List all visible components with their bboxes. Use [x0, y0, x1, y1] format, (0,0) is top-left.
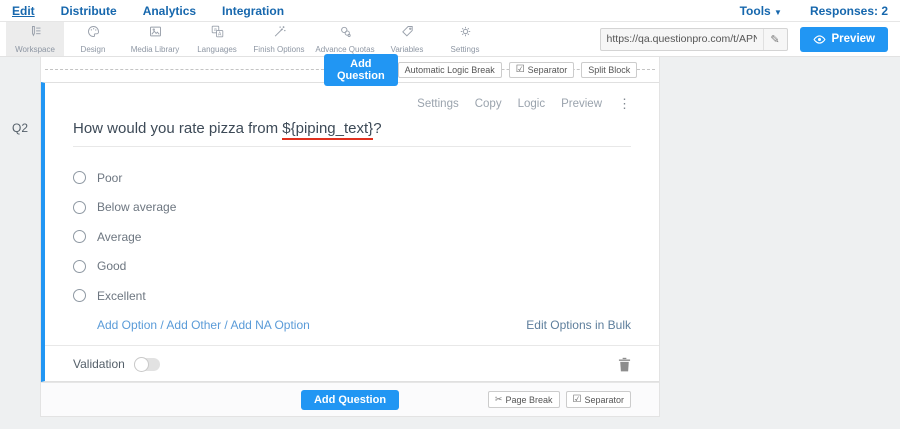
- radio-button-icon[interactable]: [73, 201, 86, 214]
- separator-toggle-button-top[interactable]: ☑Separator: [509, 62, 575, 78]
- question-settings-link[interactable]: Settings: [417, 98, 459, 110]
- piping-text-token[interactable]: ${piping_text}: [282, 120, 373, 140]
- radio-button-icon[interactable]: [73, 260, 86, 273]
- add-option-link[interactable]: Add Option: [97, 318, 157, 332]
- automatic-logic-break-button[interactable]: Automatic Logic Break: [398, 62, 502, 78]
- toolbar-item-settings[interactable]: Settings: [436, 22, 494, 56]
- nav-analytics[interactable]: Analytics: [143, 4, 196, 18]
- nav-edit[interactable]: Edit: [12, 4, 35, 18]
- workspace-content: Q2 Add Question Automatic Logic Break ☑S…: [0, 57, 900, 429]
- edit-options-in-bulk-link[interactable]: Edit Options in Bulk: [526, 318, 631, 332]
- checkbox-checked-icon: ☑: [516, 65, 525, 75]
- add-question-row-bottom: Add Question ✂Page Break ☑Separator: [41, 382, 659, 416]
- top-nav: Edit Distribute Analytics Integration To…: [0, 0, 900, 22]
- chevron-down-icon: ▼: [774, 8, 782, 17]
- question-actions: Settings Copy Logic Preview ⋮: [73, 95, 631, 110]
- add-question-button-bottom[interactable]: Add Question: [301, 390, 399, 410]
- variables-icon: [400, 24, 415, 44]
- media-library-icon: [148, 24, 163, 44]
- option-row[interactable]: Poor: [73, 163, 631, 193]
- option-links-row: Add Option / Add Other / Add NA Option E…: [73, 318, 631, 332]
- workspace-icon: [28, 24, 43, 44]
- survey-block-panel: Add Question Automatic Logic Break ☑Sepa…: [40, 57, 660, 417]
- survey-url-box: ✎: [600, 28, 788, 51]
- option-row[interactable]: Average: [73, 222, 631, 252]
- question-copy-link[interactable]: Copy: [475, 98, 502, 110]
- radio-button-icon[interactable]: [73, 171, 86, 184]
- validation-row: Validation: [45, 345, 659, 383]
- add-question-row-top: Add Question Automatic Logic Break ☑Sepa…: [41, 57, 659, 83]
- toolbar-item-design[interactable]: Design: [64, 22, 122, 56]
- toolbar-item-finish-options[interactable]: Finish Options: [246, 22, 312, 56]
- more-options-icon[interactable]: ⋮: [618, 97, 631, 110]
- checkbox-checked-icon: ☑: [573, 395, 582, 405]
- responses-count[interactable]: Responses: 2: [810, 4, 888, 18]
- option-row[interactable]: Below average: [73, 193, 631, 223]
- separator-toggle-button-bottom[interactable]: ☑Separator: [566, 391, 632, 408]
- settings-icon: [458, 24, 473, 44]
- add-question-button-top[interactable]: Add Question: [324, 54, 398, 86]
- split-block-button[interactable]: Split Block: [581, 62, 637, 78]
- question-card: Settings Copy Logic Preview ⋮ How would …: [41, 82, 659, 382]
- advance-quotas-icon: [338, 24, 353, 44]
- page-break-button[interactable]: ✂Page Break: [488, 391, 560, 408]
- radio-button-icon[interactable]: [73, 289, 86, 302]
- design-icon: [86, 24, 101, 44]
- editor-toolbar: Workspace Design Media Library aA Langua…: [0, 22, 900, 57]
- question-text-editor[interactable]: How would you rate pizza from ${piping_t…: [73, 120, 631, 147]
- question-number-label: Q2: [0, 121, 40, 135]
- radio-button-icon[interactable]: [73, 230, 86, 243]
- eye-icon: [813, 35, 826, 44]
- toolbar-item-workspace[interactable]: Workspace: [6, 22, 64, 56]
- option-row[interactable]: Good: [73, 252, 631, 282]
- finish-options-icon: [272, 24, 287, 44]
- toolbar-item-advance-quotas[interactable]: Advance Quotas: [312, 22, 378, 56]
- page-break-icon: ✂: [495, 394, 503, 405]
- survey-url-input[interactable]: [601, 33, 763, 45]
- question-logic-link[interactable]: Logic: [518, 98, 546, 110]
- answer-options-list: Poor Below average Average Good: [73, 163, 631, 311]
- delete-question-trash-icon[interactable]: [618, 357, 631, 372]
- toolbar-item-languages[interactable]: aA Languages: [188, 22, 246, 56]
- toolbar-item-media-library[interactable]: Media Library: [122, 22, 188, 56]
- add-other-link[interactable]: Add Other: [166, 318, 221, 332]
- option-row[interactable]: Excellent: [73, 281, 631, 311]
- toolbar-item-variables[interactable]: Variables: [378, 22, 436, 56]
- nav-integration[interactable]: Integration: [222, 4, 284, 18]
- nav-distribute[interactable]: Distribute: [61, 4, 117, 18]
- preview-button[interactable]: Preview: [800, 27, 888, 52]
- question-preview-link[interactable]: Preview: [561, 98, 602, 110]
- add-na-option-link[interactable]: Add NA Option: [230, 318, 309, 332]
- validation-toggle[interactable]: [134, 358, 160, 371]
- validation-label: Validation: [73, 357, 125, 371]
- edit-url-pencil-icon[interactable]: ✎: [763, 29, 787, 50]
- languages-icon: aA: [210, 24, 225, 44]
- tools-menu[interactable]: Tools ▼: [740, 4, 782, 18]
